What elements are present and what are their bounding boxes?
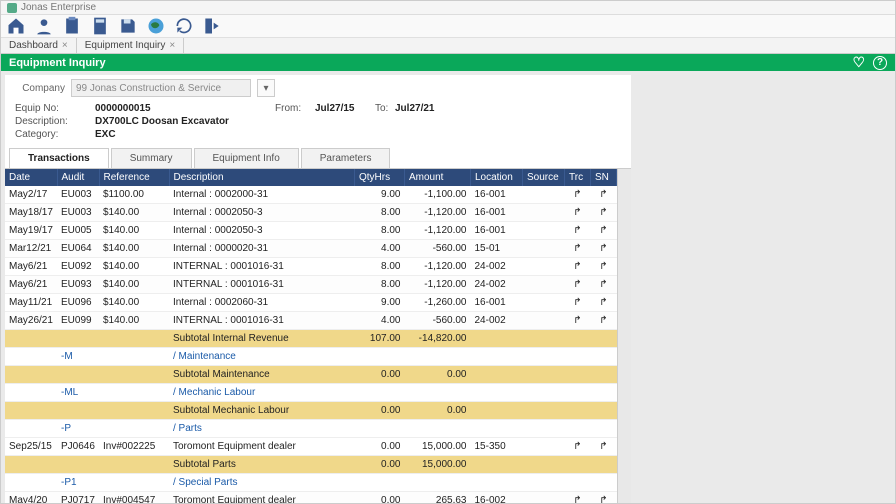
col-trc[interactable]: Trc: [565, 169, 591, 186]
trace-icon[interactable]: ↱: [565, 204, 591, 222]
grid-header-row: Date Audit Reference Description QtyHrs …: [5, 169, 617, 186]
document-tabs: Dashboard× Equipment Inquiry×: [1, 38, 895, 54]
equip-no-value: 0000000015: [95, 103, 275, 114]
table-row[interactable]: Subtotal Maintenance0.000.00: [5, 366, 617, 384]
tab-transactions[interactable]: Transactions: [9, 148, 109, 168]
globe-icon[interactable]: [145, 15, 167, 37]
table-row[interactable]: Subtotal Internal Revenue107.00-14,820.0…: [5, 330, 617, 348]
page-header: Equipment Inquiry ♡ ?: [1, 54, 895, 71]
content-panel: Company ▾ Equip No: 0000000015 From: Jul…: [5, 75, 631, 504]
col-amount[interactable]: Amount: [405, 169, 471, 186]
serial-icon[interactable]: ↱: [591, 204, 617, 222]
save-icon[interactable]: [117, 15, 139, 37]
table-row[interactable]: May18/17EU003$140.00Internal : 0002050-3…: [5, 204, 617, 222]
table-row[interactable]: -ML/ Mechanic Labour: [5, 384, 617, 402]
table-row[interactable]: May26/21EU099$140.00INTERNAL : 0001016-3…: [5, 312, 617, 330]
table-row[interactable]: May4/20PJ0717Inv#004547Toromont Equipmen…: [5, 492, 617, 504]
tab-parameters[interactable]: Parameters: [301, 148, 391, 168]
col-date[interactable]: Date: [5, 169, 57, 186]
tab-summary[interactable]: Summary: [111, 148, 192, 168]
col-source[interactable]: Source: [523, 169, 565, 186]
clipboard-icon[interactable]: [61, 15, 83, 37]
serial-icon[interactable]: ↱: [591, 438, 617, 456]
trace-icon[interactable]: ↱: [565, 312, 591, 330]
company-picker-button[interactable]: ▾: [257, 79, 275, 97]
col-description[interactable]: Description: [169, 169, 355, 186]
table-row[interactable]: -P1/ Special Parts: [5, 474, 617, 492]
trace-icon[interactable]: ↱: [565, 276, 591, 294]
calculator-icon[interactable]: [89, 15, 111, 37]
serial-icon[interactable]: ↱: [591, 276, 617, 294]
serial-icon[interactable]: ↱: [591, 258, 617, 276]
table-row[interactable]: Sep25/15PJ0646Inv#002225Toromont Equipme…: [5, 438, 617, 456]
window-titlebar: Jonas Enterprise: [1, 1, 895, 15]
table-row[interactable]: May2/17EU003$1100.00Internal : 0002000-3…: [5, 186, 617, 204]
favorite-icon[interactable]: ♡: [852, 54, 865, 71]
desc-label: Description:: [15, 116, 95, 127]
window-title: Jonas Enterprise: [21, 2, 96, 13]
company-selector: Company ▾: [5, 75, 631, 101]
serial-icon[interactable]: ↱: [591, 312, 617, 330]
detail-tabs: Transactions Summary Equipment Info Para…: [5, 148, 631, 169]
table-row[interactable]: May11/21EU096$140.00Internal : 0002060-3…: [5, 294, 617, 312]
app-logo-icon: [7, 3, 17, 13]
tab-equipment-info[interactable]: Equipment Info: [194, 148, 299, 168]
right-panel: [635, 71, 895, 504]
home-icon[interactable]: [5, 15, 27, 37]
serial-icon[interactable]: ↱: [591, 186, 617, 204]
table-row[interactable]: Subtotal Mechanic Labour0.000.00: [5, 402, 617, 420]
to-label: To:: [375, 103, 395, 114]
table-row[interactable]: -P/ Parts: [5, 420, 617, 438]
tab-dashboard[interactable]: Dashboard ×: [1, 38, 77, 53]
from-value: Jul27/15: [315, 103, 375, 114]
table-row[interactable]: -M/ Maintenance: [5, 348, 617, 366]
equip-no-label: Equip No:: [15, 103, 95, 114]
trace-icon[interactable]: ↱: [565, 258, 591, 276]
refresh-icon[interactable]: [173, 15, 195, 37]
col-location[interactable]: Location: [471, 169, 523, 186]
trace-icon[interactable]: ↱: [565, 294, 591, 312]
tab-label: Dashboard: [9, 40, 58, 51]
tab-equipment-inquiry[interactable]: Equipment Inquiry×: [77, 38, 184, 53]
close-icon[interactable]: ×: [62, 40, 68, 51]
main-toolbar: [1, 15, 895, 38]
table-row[interactable]: Subtotal Parts0.0015,000.00: [5, 456, 617, 474]
exit-door-icon[interactable]: [201, 15, 223, 37]
serial-icon[interactable]: ↱: [591, 222, 617, 240]
from-label: From:: [275, 103, 315, 114]
trace-icon[interactable]: ↱: [565, 186, 591, 204]
serial-icon[interactable]: ↱: [591, 240, 617, 258]
transactions-grid[interactable]: Date Audit Reference Description QtyHrs …: [5, 169, 617, 504]
trace-icon[interactable]: ↱: [565, 222, 591, 240]
page-title: Equipment Inquiry: [9, 57, 106, 69]
table-row[interactable]: May6/21EU093$140.00INTERNAL : 0001016-31…: [5, 276, 617, 294]
col-reference[interactable]: Reference: [99, 169, 169, 186]
desc-value: DX700LC Doosan Excavator: [95, 116, 275, 127]
serial-icon[interactable]: ↱: [591, 492, 617, 504]
company-input[interactable]: [71, 79, 251, 97]
table-row[interactable]: May6/21EU092$140.00INTERNAL : 0001016-31…: [5, 258, 617, 276]
company-label: Company: [15, 83, 65, 94]
tab-label: Equipment Inquiry: [85, 40, 166, 51]
col-audit[interactable]: Audit: [57, 169, 99, 186]
to-value: Jul27/21: [395, 103, 455, 114]
cat-label: Category:: [15, 129, 95, 140]
close-icon[interactable]: ×: [169, 40, 175, 51]
trace-icon[interactable]: ↱: [565, 240, 591, 258]
trace-icon[interactable]: ↱: [565, 438, 591, 456]
vertical-scrollbar[interactable]: [617, 169, 631, 504]
table-row[interactable]: May19/17EU005$140.00Internal : 0002050-3…: [5, 222, 617, 240]
trace-icon[interactable]: ↱: [565, 492, 591, 504]
user-icon[interactable]: [33, 15, 55, 37]
serial-icon[interactable]: ↱: [591, 294, 617, 312]
cat-value: EXC: [95, 129, 275, 140]
col-sn[interactable]: SN: [591, 169, 617, 186]
equipment-summary: Equip No: 0000000015 From: Jul27/15 To: …: [5, 101, 631, 142]
table-row[interactable]: Mar12/21EU064$140.00Internal : 0000020-3…: [5, 240, 617, 258]
help-icon[interactable]: ?: [873, 56, 887, 70]
col-qtyhrs[interactable]: QtyHrs: [355, 169, 405, 186]
